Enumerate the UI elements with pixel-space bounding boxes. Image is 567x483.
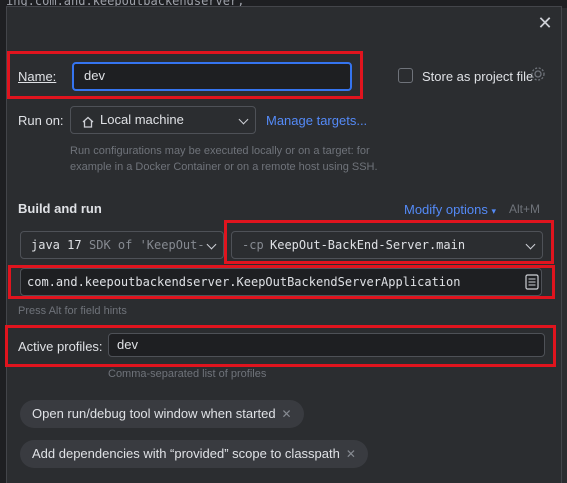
- run-on-select[interactable]: Local machine: [70, 106, 256, 134]
- chip-label: Open run/debug tool window when started: [32, 406, 276, 421]
- chevron-down-icon: [238, 114, 249, 125]
- active-profiles-label: Active profiles:: [18, 339, 103, 354]
- store-project-label: Store as project file: [422, 69, 534, 84]
- modify-chevron-icon: ▾: [491, 206, 496, 216]
- jdk-version: java 17: [31, 238, 82, 252]
- field-hint: Press Alt for field hints: [18, 305, 127, 317]
- name-input[interactable]: dev: [72, 62, 352, 91]
- active-profiles-hint: Comma-separated list of profiles: [108, 368, 267, 380]
- manage-targets-link[interactable]: Manage targets...: [266, 113, 367, 128]
- remove-chip-icon[interactable]: ✕: [346, 447, 356, 461]
- chip-label: Add dependencies with “provided” scope t…: [32, 446, 340, 461]
- browse-file-icon[interactable]: [525, 274, 539, 293]
- chevron-down-icon: [206, 239, 217, 250]
- chip-provided-scope: Add dependencies with “provided” scope t…: [20, 440, 368, 468]
- chevron-down-icon: [525, 239, 536, 250]
- close-icon[interactable]: ✕: [534, 12, 556, 34]
- modify-options-label: Modify options: [404, 202, 488, 217]
- gear-icon[interactable]: [530, 66, 546, 85]
- build-and-run-title: Build and run: [18, 201, 102, 216]
- modify-options-shortcut: Alt+M: [509, 202, 541, 216]
- classpath-select[interactable]: -cp KeepOut-BackEnd-Server.main: [231, 231, 543, 259]
- modify-options-link[interactable]: Modify options ▾: [404, 202, 496, 217]
- remove-chip-icon[interactable]: ✕: [282, 407, 292, 421]
- name-label-text: Name:: [18, 69, 57, 84]
- run-on-hint-line2: example in a Docker Container or on a re…: [70, 161, 378, 173]
- name-label: Name:: [18, 69, 56, 84]
- jdk-detail: SDK of 'KeepOut-: [89, 238, 203, 252]
- main-class-input[interactable]: com.and.keepoutbackendserver.KeepOutBack…: [20, 268, 542, 296]
- store-project-checkbox[interactable]: [398, 68, 413, 83]
- classpath-module: KeepOut-BackEnd-Server.main: [270, 238, 466, 252]
- run-on-label: Run on:: [18, 113, 64, 128]
- main-class-value: com.and.keepoutbackendserver.KeepOutBack…: [27, 275, 461, 289]
- run-on-value: Local machine: [100, 112, 184, 127]
- jdk-select[interactable]: java 17 SDK of 'KeepOut-: [20, 231, 224, 259]
- active-profiles-input[interactable]: dev: [108, 333, 545, 357]
- chip-open-tool-window: Open run/debug tool window when started ✕: [20, 400, 304, 428]
- run-on-hint-line1: Run configurations may be executed local…: [70, 145, 370, 157]
- classpath-prefix: -cp: [242, 238, 264, 252]
- home-icon: [81, 112, 95, 133]
